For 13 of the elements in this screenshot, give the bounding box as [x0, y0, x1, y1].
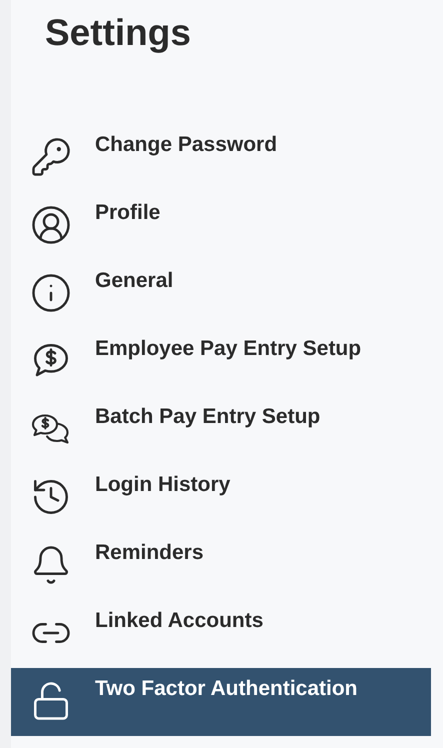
settings-menu-item[interactable]: Batch Pay Entry Setup [11, 396, 431, 464]
settings-menu-item[interactable]: Linked Accounts [11, 600, 431, 668]
page-title: Settings [45, 11, 191, 55]
settings-menu-item[interactable]: Two Factor Authentication [11, 668, 431, 736]
user-circle-icon [30, 204, 72, 246]
key-icon [30, 136, 72, 178]
settings-menu-item[interactable]: Reminders [11, 532, 431, 600]
settings-menu-item[interactable]: General [11, 260, 431, 328]
settings-menu-item[interactable]: Change Password [11, 124, 431, 192]
settings-menu-item[interactable]: Profile [11, 192, 431, 260]
settings-menu-item[interactable]: Employee Pay Entry Setup [11, 328, 431, 396]
settings-menu-item[interactable]: Login History [11, 464, 431, 532]
info-icon [30, 272, 72, 314]
